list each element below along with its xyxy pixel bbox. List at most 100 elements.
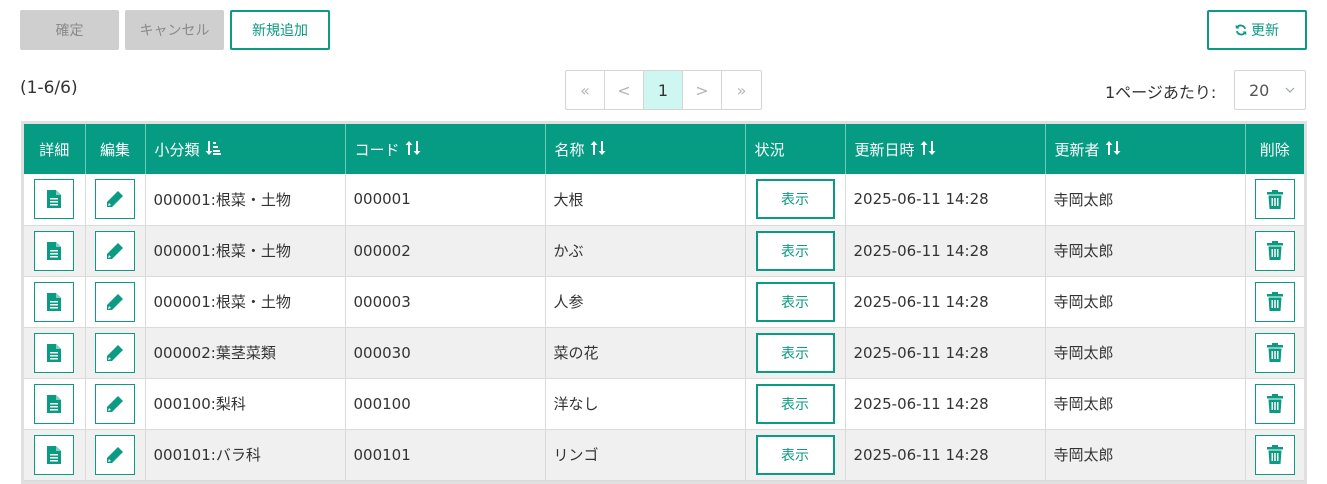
detail-cell xyxy=(24,429,86,481)
pagination: « < 1 > » xyxy=(565,70,762,110)
next-page-button[interactable]: > xyxy=(683,71,722,109)
edit-cell xyxy=(85,378,146,430)
name-cell: かぶ xyxy=(545,225,746,277)
updated-by-cell: 寺岡太郎 xyxy=(1045,276,1246,328)
header-name-label: 名称 xyxy=(554,140,585,159)
sort-both-icon[interactable] xyxy=(920,141,936,159)
last-page-button[interactable]: » xyxy=(722,71,761,109)
refresh-label: 更新 xyxy=(1251,23,1279,39)
header-updated-by[interactable]: 更新者 xyxy=(1045,124,1246,174)
header-updated-at-label: 更新日時 xyxy=(854,140,915,159)
header-code[interactable]: コード xyxy=(345,124,546,174)
name-cell: 菜の花 xyxy=(545,327,746,379)
updated-by-cell: 寺岡太郎 xyxy=(1045,225,1246,277)
detail-button[interactable] xyxy=(34,383,75,424)
show-toggle-button[interactable]: 表示 xyxy=(755,281,835,322)
detail-cell xyxy=(24,174,86,226)
document-icon xyxy=(47,190,62,209)
header-name[interactable]: 名称 xyxy=(545,124,746,174)
name-cell: 大根 xyxy=(545,174,746,226)
updated-by-cell: 寺岡太郎 xyxy=(1045,429,1246,481)
confirm-button[interactable]: 確定 xyxy=(20,10,119,50)
header-status: 状況 xyxy=(745,124,846,174)
header-detail-label: 詳細 xyxy=(39,140,70,159)
name-cell: 人参 xyxy=(545,276,746,328)
header-status-label: 状況 xyxy=(754,140,785,159)
edit-cell xyxy=(85,225,146,277)
name-cell: リンゴ xyxy=(545,429,746,481)
delete-button[interactable] xyxy=(1254,179,1295,220)
table-row: 000001:根菜・土物 000002 かぶ 表示 2025-06-11 14:… xyxy=(24,225,1304,277)
delete-button[interactable] xyxy=(1254,230,1295,271)
sort-both-icon[interactable] xyxy=(590,141,606,159)
delete-button[interactable] xyxy=(1254,434,1295,475)
edit-button[interactable] xyxy=(95,332,135,373)
record-count: (1-6/6) xyxy=(20,78,78,98)
detail-button[interactable] xyxy=(34,230,75,271)
per-page-value: 20 xyxy=(1249,80,1270,100)
code-cell: 000101 xyxy=(345,429,546,481)
table-row: 000100:梨科 000100 洋なし 表示 2025-06-11 14:28… xyxy=(24,378,1304,430)
table-row: 000001:根菜・土物 000001 大根 表示 2025-06-11 14:… xyxy=(24,174,1304,226)
edit-cell xyxy=(85,276,146,328)
delete-button[interactable] xyxy=(1254,383,1295,424)
add-new-button[interactable]: 新規追加 xyxy=(230,10,330,50)
status-cell: 表示 xyxy=(745,429,846,481)
code-cell: 000003 xyxy=(345,276,546,328)
detail-button[interactable] xyxy=(34,332,75,373)
detail-cell xyxy=(24,276,86,328)
edit-button[interactable] xyxy=(95,230,135,271)
trash-icon xyxy=(1266,241,1283,260)
delete-cell xyxy=(1245,327,1304,379)
edit-button[interactable] xyxy=(95,434,135,475)
delete-cell xyxy=(1245,378,1304,430)
detail-button[interactable] xyxy=(34,179,75,220)
delete-button[interactable] xyxy=(1254,281,1295,322)
updated-at-cell: 2025-06-11 14:28 xyxy=(845,429,1046,481)
updated-at-cell: 2025-06-11 14:28 xyxy=(845,378,1046,430)
delete-button[interactable] xyxy=(1254,332,1295,373)
code-cell: 000001 xyxy=(345,174,546,226)
header-subcategory-label: 小分類 xyxy=(154,140,200,159)
delete-cell xyxy=(1245,276,1304,328)
header-edit-label: 編集 xyxy=(99,140,130,159)
status-cell: 表示 xyxy=(745,225,846,277)
show-toggle-button[interactable]: 表示 xyxy=(755,434,835,475)
header-subcategory[interactable]: 小分類 xyxy=(145,124,346,174)
data-table: 詳細 編集 小分類 コード 名称 状況 更新日時 更新者 削除 000001:根… xyxy=(24,124,1304,481)
sort-ascending-icon[interactable] xyxy=(205,141,221,159)
trash-icon xyxy=(1266,394,1283,413)
detail-button[interactable] xyxy=(34,281,75,322)
status-cell: 表示 xyxy=(745,327,846,379)
pencil-icon xyxy=(105,394,125,414)
sort-both-icon[interactable] xyxy=(405,141,421,159)
current-page-button[interactable]: 1 xyxy=(644,71,683,109)
show-toggle-button[interactable]: 表示 xyxy=(755,179,835,220)
data-table-container: 詳細 編集 小分類 コード 名称 状況 更新日時 更新者 削除 000001:根… xyxy=(21,121,1307,484)
show-toggle-button[interactable]: 表示 xyxy=(755,383,835,424)
prev-page-button[interactable]: < xyxy=(605,71,644,109)
header-detail: 詳細 xyxy=(24,124,86,174)
show-toggle-button[interactable]: 表示 xyxy=(755,230,835,271)
show-toggle-button[interactable]: 表示 xyxy=(755,332,835,373)
table-row: 000101:バラ科 000101 リンゴ 表示 2025-06-11 14:2… xyxy=(24,429,1304,481)
pencil-icon xyxy=(105,241,125,261)
detail-button[interactable] xyxy=(34,434,75,475)
sort-both-icon[interactable] xyxy=(1105,141,1121,159)
edit-button[interactable] xyxy=(95,281,135,322)
document-icon xyxy=(47,343,62,362)
detail-cell xyxy=(24,327,86,379)
add-new-label: 新規追加 xyxy=(252,23,308,39)
per-page-select[interactable]: 20 xyxy=(1234,70,1306,110)
trash-icon xyxy=(1266,445,1283,464)
cancel-button[interactable]: キャンセル xyxy=(125,10,224,50)
refresh-button[interactable]: 更新 xyxy=(1207,10,1307,50)
delete-cell xyxy=(1245,429,1304,481)
edit-button[interactable] xyxy=(95,179,135,220)
code-cell: 000030 xyxy=(345,327,546,379)
document-icon xyxy=(47,292,62,311)
header-updated-at[interactable]: 更新日時 xyxy=(845,124,1046,174)
document-icon xyxy=(47,394,62,413)
first-page-button[interactable]: « xyxy=(566,71,605,109)
edit-button[interactable] xyxy=(95,383,135,424)
